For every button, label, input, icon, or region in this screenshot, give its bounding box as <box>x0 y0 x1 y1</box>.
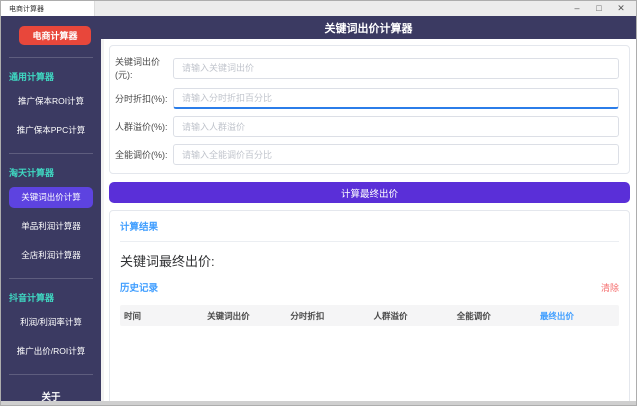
sidebar-item-keyword-bid[interactable]: 关键词出价计算 <box>9 187 93 209</box>
app-logo-button[interactable]: 电商计算器 <box>19 26 91 46</box>
time-discount-label: 分时折扣(%): <box>115 94 168 104</box>
sidebar-item-store-profit[interactable]: 全店利润计算器 <box>9 245 93 266</box>
sidebar-item-promo-bid-roi[interactable]: 推广出价/ROI计算 <box>9 341 93 362</box>
col-final-bid: 最终出价 <box>539 310 574 321</box>
content-column: 关键词出价计算器 关键词出价(元): 分时折扣(%): 人群溢价(%): <box>101 16 636 403</box>
almighty-adjust-input[interactable] <box>173 144 619 165</box>
col-keyword-bid: 关键词出价 <box>207 310 250 321</box>
window-controls: – □ ✕ <box>566 1 636 16</box>
main-content: 关键词出价(元): 分时折扣(%): 人群溢价(%): 全能调价(%): <box>101 39 636 403</box>
app-body: 电商计算器 通用计算器 推广保本ROI计算 推广保本PPC计算 淘天计算器 关键… <box>1 16 636 403</box>
bid-form-card: 关键词出价(元): 分时折扣(%): 人群溢价(%): 全能调价(%): <box>109 45 630 174</box>
almighty-adjust-label: 全能调价(%): <box>115 150 168 160</box>
titlebar: 电商计算器 – □ ✕ <box>1 1 636 16</box>
form-row: 全能调价(%): <box>115 144 619 165</box>
window-tab[interactable]: 电商计算器 <box>1 1 95 16</box>
sidebar-divider <box>9 374 93 375</box>
history-title: 历史记录 <box>120 283 159 294</box>
page-header: 关键词出价计算器 <box>101 16 636 39</box>
col-time-discount: 分时折扣 <box>290 310 325 321</box>
audience-premium-label: 人群溢价(%): <box>115 122 168 132</box>
time-discount-input[interactable] <box>173 88 619 109</box>
form-row: 关键词出价(元): <box>115 55 619 81</box>
sidebar-item-profit-margin[interactable]: 利润/利润率计算 <box>9 312 93 333</box>
final-bid-label: 关键词最终出价: <box>120 254 215 269</box>
results-divider <box>120 241 619 242</box>
app-window: 电商计算器 – □ ✕ 电商计算器 通用计算器 推广保本ROI计算 推广保本PP… <box>0 0 637 406</box>
sidebar-section-douyin: 抖音计算器 <box>9 293 55 304</box>
form-row: 分时折扣(%): <box>115 88 619 109</box>
maximize-button[interactable]: □ <box>588 1 610 16</box>
results-card: 计算结果 关键词最终出价: 历史记录 清除 时间 关键词出价 分时折扣 人群溢价 <box>109 210 630 403</box>
sidebar: 电商计算器 通用计算器 推广保本ROI计算 推广保本PPC计算 淘天计算器 关键… <box>1 16 101 403</box>
form-row: 人群溢价(%): <box>115 116 619 137</box>
sidebar-item-product-profit[interactable]: 单品利润计算器 <box>9 216 93 237</box>
history-table-header: 时间 关键词出价 分时折扣 人群溢价 全能调价 最终出价 <box>120 305 619 326</box>
clear-history-link[interactable]: 清除 <box>601 281 619 294</box>
close-button[interactable]: ✕ <box>610 1 632 16</box>
col-time: 时间 <box>124 310 142 321</box>
audience-premium-input[interactable] <box>173 116 619 137</box>
page-title: 关键词出价计算器 <box>324 22 413 35</box>
history-header-row: 历史记录 清除 <box>120 280 619 295</box>
sidebar-item-ppc-breakeven[interactable]: 推广保本PPC计算 <box>9 120 93 141</box>
calculate-final-bid-button[interactable]: 计算最终出价 <box>109 182 630 203</box>
keyword-bid-input[interactable] <box>173 57 619 79</box>
sidebar-item-roi-breakeven[interactable]: 推广保本ROI计算 <box>9 91 93 112</box>
col-audience-premium: 人群溢价 <box>373 310 408 321</box>
minimize-button[interactable]: – <box>566 1 588 16</box>
sidebar-section-taotian: 淘天计算器 <box>9 168 55 179</box>
keyword-bid-label: 关键词出价(元): <box>115 57 161 80</box>
sidebar-section-general: 通用计算器 <box>9 72 55 83</box>
results-section-title: 计算结果 <box>120 222 159 233</box>
col-almighty-adjust: 全能调价 <box>456 310 491 321</box>
window-tab-title: 电商计算器 <box>9 5 44 13</box>
window-bottom-edge <box>1 401 636 405</box>
